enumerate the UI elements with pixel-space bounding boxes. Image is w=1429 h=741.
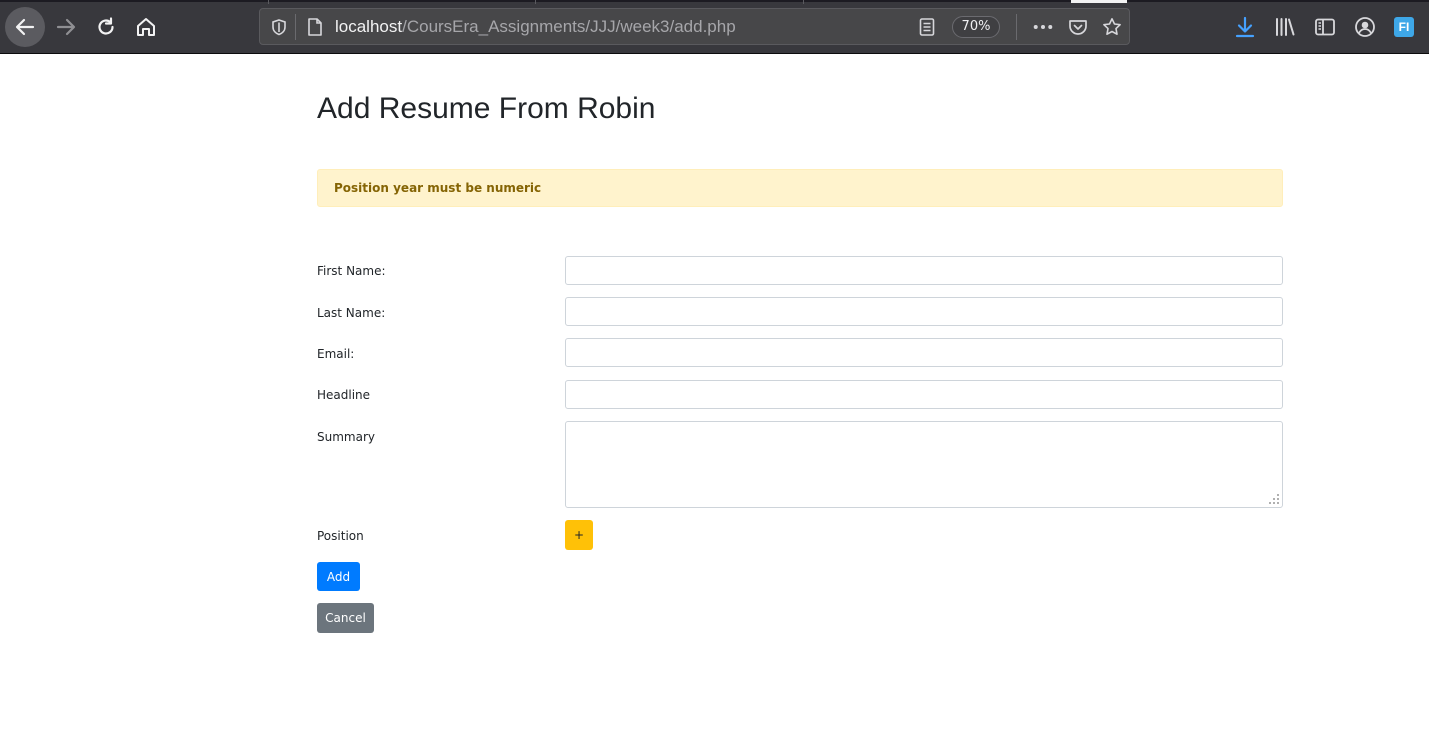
shield-icon[interactable] bbox=[269, 17, 289, 37]
account-icon[interactable] bbox=[1354, 16, 1376, 38]
url-path: /CoursEra_Assignments/JJJ/week3/add.php bbox=[402, 17, 736, 36]
page-title: Add Resume From Robin bbox=[317, 92, 656, 125]
headline-label: Headline bbox=[317, 388, 371, 402]
url-bar[interactable]: localhost/CoursEra_Assignments/JJJ/week3… bbox=[259, 8, 1130, 45]
reload-button[interactable] bbox=[87, 8, 125, 46]
url-separator bbox=[295, 14, 296, 40]
reader-view-icon[interactable] bbox=[917, 17, 937, 37]
forward-button[interactable] bbox=[47, 8, 85, 46]
first-name-input[interactable] bbox=[565, 256, 1283, 285]
reload-icon bbox=[98, 17, 114, 35]
extension-icon[interactable]: FI bbox=[1393, 16, 1415, 38]
pocket-icon[interactable] bbox=[1068, 17, 1088, 37]
url-text[interactable]: localhost/CoursEra_Assignments/JJJ/week3… bbox=[335, 17, 736, 37]
warning-alert: Position year must be numeric bbox=[317, 169, 1283, 207]
summary-textarea[interactable] bbox=[565, 421, 1283, 508]
extension-badge: FI bbox=[1394, 17, 1414, 37]
email-label: Email: bbox=[317, 347, 355, 361]
url-separator bbox=[1016, 14, 1017, 40]
first-name-label: First Name: bbox=[317, 264, 386, 278]
tab-strip-edge bbox=[0, 0, 1429, 2]
tab-separator bbox=[535, 0, 536, 4]
sidebar-icon[interactable] bbox=[1314, 16, 1336, 38]
add-position-button[interactable]: + bbox=[565, 520, 593, 550]
more-icon[interactable] bbox=[1033, 17, 1053, 37]
home-icon bbox=[137, 18, 155, 36]
headline-input[interactable] bbox=[565, 380, 1283, 409]
tab-separator bbox=[268, 0, 269, 4]
email-input[interactable] bbox=[565, 338, 1283, 367]
back-button[interactable] bbox=[5, 7, 45, 47]
zoom-level-button[interactable]: 70% bbox=[952, 16, 1000, 38]
home-button[interactable] bbox=[127, 8, 165, 46]
active-tab-indicator bbox=[1071, 0, 1127, 3]
library-icon[interactable] bbox=[1274, 16, 1296, 38]
last-name-label: Last Name: bbox=[317, 306, 386, 320]
cancel-button[interactable]: Cancel bbox=[317, 603, 374, 633]
last-name-input[interactable] bbox=[565, 297, 1283, 326]
summary-label: Summary bbox=[317, 430, 375, 444]
tab-separator bbox=[803, 0, 804, 4]
forward-arrow-icon bbox=[56, 18, 76, 36]
browser-toolbar: localhost/CoursEra_Assignments/JJJ/week3… bbox=[0, 0, 1429, 54]
url-host: localhost bbox=[335, 17, 403, 36]
back-arrow-icon bbox=[15, 18, 35, 36]
bookmark-star-icon[interactable] bbox=[1102, 17, 1122, 37]
page-icon[interactable] bbox=[305, 17, 325, 37]
add-button[interactable]: Add bbox=[317, 562, 360, 591]
resize-grip-icon[interactable] bbox=[1268, 493, 1280, 505]
download-icon[interactable] bbox=[1234, 16, 1256, 38]
position-label: Position bbox=[317, 529, 364, 543]
